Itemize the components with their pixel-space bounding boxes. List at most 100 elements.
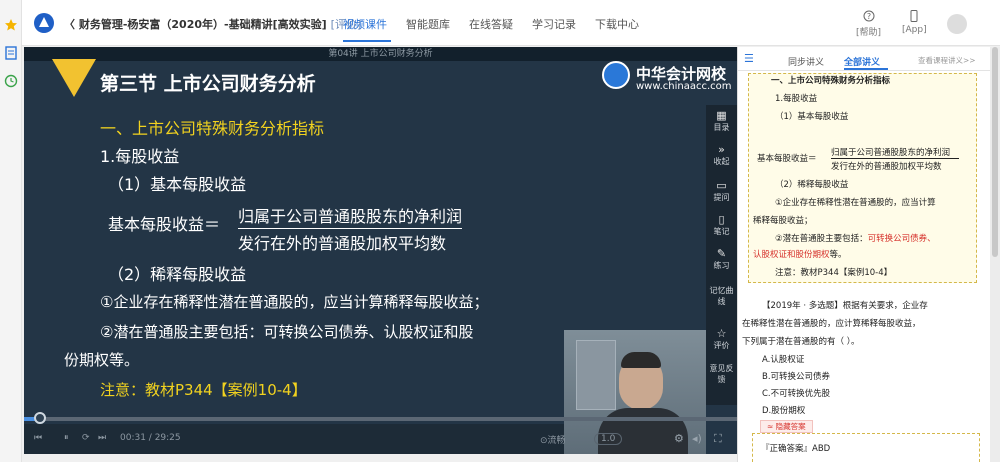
section-title: 第三节 上市公司财务分析: [100, 73, 316, 95]
help-icon: ?: [863, 10, 875, 22]
notes-tabs: ☰ 同步讲义 全部讲义 查看课程讲义>>: [738, 47, 991, 71]
note-icon: ▯: [718, 213, 725, 226]
option-c: C.不可转换优先股: [762, 389, 831, 399]
star-outline-icon: ☆: [716, 327, 727, 340]
note-numerator: 归属于公司普通股股东的净利润: [831, 148, 951, 158]
star-icon[interactable]: [4, 18, 18, 32]
fullscreen-icon[interactable]: ⛶: [714, 432, 722, 446]
nav-study-record[interactable]: 学习记录: [532, 16, 576, 32]
slide-line: ①企业存在稀释性潜在普通股的，应当计算稀释每股收益；: [100, 293, 489, 311]
slide-heading: 一、上市公司特殊财务分析指标: [100, 119, 325, 138]
document-icon[interactable]: [4, 46, 18, 60]
notes-highlight-box: 一、上市公司特殊财务分析指标 1.每股收益 （1）基本每股收益 基本每股收益＝ …: [748, 73, 977, 283]
phone-icon: [910, 10, 918, 22]
player-side-toolbar: ▦ 目录 » 收起 ▭ 提问 ▯ 笔记 ✎ 练习 记忆曲线 ☆ 评价 意见反馈: [706, 105, 737, 405]
slide-line: （2）稀释每股收益: [108, 265, 247, 284]
tool-notes[interactable]: ▯ 笔记: [706, 213, 737, 237]
play-time: 00:31 / 29:25: [120, 433, 181, 443]
page-scrollbar[interactable]: [990, 47, 1000, 462]
star-logo-icon: [52, 59, 96, 97]
note-line: 一、上市公司特殊财务分析指标: [771, 76, 891, 86]
note-line: （2）稀释每股收益: [775, 180, 849, 190]
tool-practice[interactable]: ✎ 练习: [706, 247, 737, 271]
tool-collapse[interactable]: » 收起: [706, 143, 737, 167]
hide-answer-button[interactable]: ≈ 隐藏答案: [760, 420, 813, 433]
note-denominator: 发行在外的普通股加权平均数: [831, 162, 942, 172]
help-button[interactable]: ? [帮助]: [856, 10, 881, 38]
instructor-webcam: [564, 330, 706, 454]
video-header: 第04讲 上市公司财务分析: [24, 47, 737, 61]
lecture-notes-panel: ☰ 同步讲义 全部讲义 查看课程讲义>> 一、上市公司特殊财务分析指标 1.每股…: [737, 47, 991, 462]
settings-icon[interactable]: ⚙: [674, 432, 684, 445]
course-title[interactable]: 〈 财务管理-杨安富（2020年）-基础精讲[高效实验] [评价]: [64, 16, 361, 32]
player-controls: ⏮ ⏸ ⟳ ⏭ 00:31 / 29:25 ⊙流畅: [24, 424, 566, 454]
note-line: 1.每股收益: [775, 94, 818, 104]
nav-question-bank[interactable]: 智能题库: [406, 16, 450, 32]
denominator: 发行在外的普通股加权平均数: [238, 234, 447, 253]
nav-video[interactable]: 视频课件: [343, 16, 387, 32]
note-line: （1）基本每股收益: [775, 112, 849, 122]
quality-button[interactable]: ⊙流畅: [540, 433, 566, 446]
pause-icon[interactable]: ⏸: [64, 433, 69, 443]
app-button[interactable]: [App]: [902, 10, 927, 35]
question-text: 下列属于潜在普通股的有（ ）。: [742, 337, 860, 347]
question-text: 【2019年 · 多选题】根据有关要求，企业存: [762, 301, 928, 311]
note-fraction-line: [831, 158, 959, 159]
numerator: 归属于公司普通股股东的净利润: [238, 207, 463, 226]
brand-url: www.chinaacc.com: [636, 81, 732, 92]
tool-memory-curve[interactable]: 记忆曲线: [706, 285, 737, 307]
correct-answer: 『正确答案』ABD: [761, 444, 831, 454]
brand-logo-icon: [602, 61, 630, 89]
tab-all-notes[interactable]: 全部讲义: [844, 55, 880, 68]
next-icon[interactable]: ⏭: [98, 433, 106, 443]
nav-download[interactable]: 下载中心: [595, 16, 639, 32]
clock-icon[interactable]: [4, 74, 18, 88]
nav-online-qa[interactable]: 在线答疑: [469, 16, 513, 32]
grid-icon: ▦: [716, 109, 727, 122]
back-chevron-icon[interactable]: 〈: [64, 18, 79, 31]
menu-icon[interactable]: ☰: [744, 52, 754, 65]
tool-feedback[interactable]: 意见反馈: [706, 363, 737, 385]
loop-icon[interactable]: ⟳: [82, 433, 90, 443]
formula-label: 基本每股收益＝: [108, 215, 221, 234]
nav-active-underline: [343, 40, 391, 42]
note-formula-label: 基本每股收益＝: [757, 154, 817, 164]
scrollbar-thumb[interactable]: [992, 47, 998, 257]
tab-underline: [844, 68, 888, 70]
view-notes-link[interactable]: 查看课程讲义>>: [918, 55, 976, 66]
formula-fraction: 归属于公司普通股股东的净利润 发行在外的普通股加权平均数: [238, 203, 463, 254]
option-b: B.可转换公司债券: [762, 372, 831, 382]
slide-line: 份期权等。: [64, 351, 140, 369]
top-bar: 〈 财务管理-杨安富（2020年）-基础精讲[高效实验] [评价] 视频课件 智能…: [22, 0, 1000, 46]
progress-bar[interactable]: [24, 417, 737, 421]
slide-line: ②潜在普通股主要包括：可转换公司债券、认股权证和股: [100, 323, 474, 341]
tool-rate[interactable]: ☆ 评价: [706, 327, 737, 351]
prev-icon[interactable]: ⏮: [34, 433, 42, 443]
note-line: 稀释每股收益；: [753, 216, 813, 226]
slide-note: 注意：教材P344【案例10-4】: [100, 381, 307, 399]
question-text: 在稀释性潜在普通股的，应计算稀释每股收益，: [742, 319, 921, 329]
slide-line: 1.每股收益: [100, 147, 180, 166]
answer-box: 『正确答案』ABD: [752, 433, 980, 462]
avatar[interactable]: [947, 14, 967, 34]
chat-icon: ▭: [716, 179, 727, 192]
svg-text:?: ?: [866, 12, 870, 21]
tab-sync-notes[interactable]: 同步讲义: [788, 55, 824, 68]
edit-icon: ✎: [716, 247, 727, 260]
video-player[interactable]: 第04讲 上市公司财务分析 第三节 上市公司财务分析 中华会计网校 www.ch…: [24, 47, 737, 454]
progress-knob[interactable]: [34, 412, 46, 424]
note-line: ②潜在普通股主要包括：可转换公司债券、: [775, 234, 936, 244]
left-sidebar: [0, 0, 22, 462]
note-line: 注意：教材P344【案例10-4】: [775, 268, 893, 278]
slide-line: （1）基本每股收益: [108, 175, 247, 194]
option-a: A.认股权证: [762, 355, 805, 365]
tool-catalog[interactable]: ▦ 目录: [706, 109, 737, 133]
double-chevron-icon: »: [718, 143, 725, 156]
note-line: 认股权证和股份期权等。: [753, 250, 847, 260]
app-logo: [34, 13, 54, 33]
speed-button[interactable]: 1.0: [594, 433, 623, 445]
option-d: D.股份期权: [762, 406, 806, 416]
tool-ask[interactable]: ▭ 提问: [706, 179, 737, 203]
note-line: ①企业存在稀释性潜在普通股的，应当计算: [775, 198, 936, 208]
volume-icon[interactable]: ◂): [692, 432, 702, 445]
